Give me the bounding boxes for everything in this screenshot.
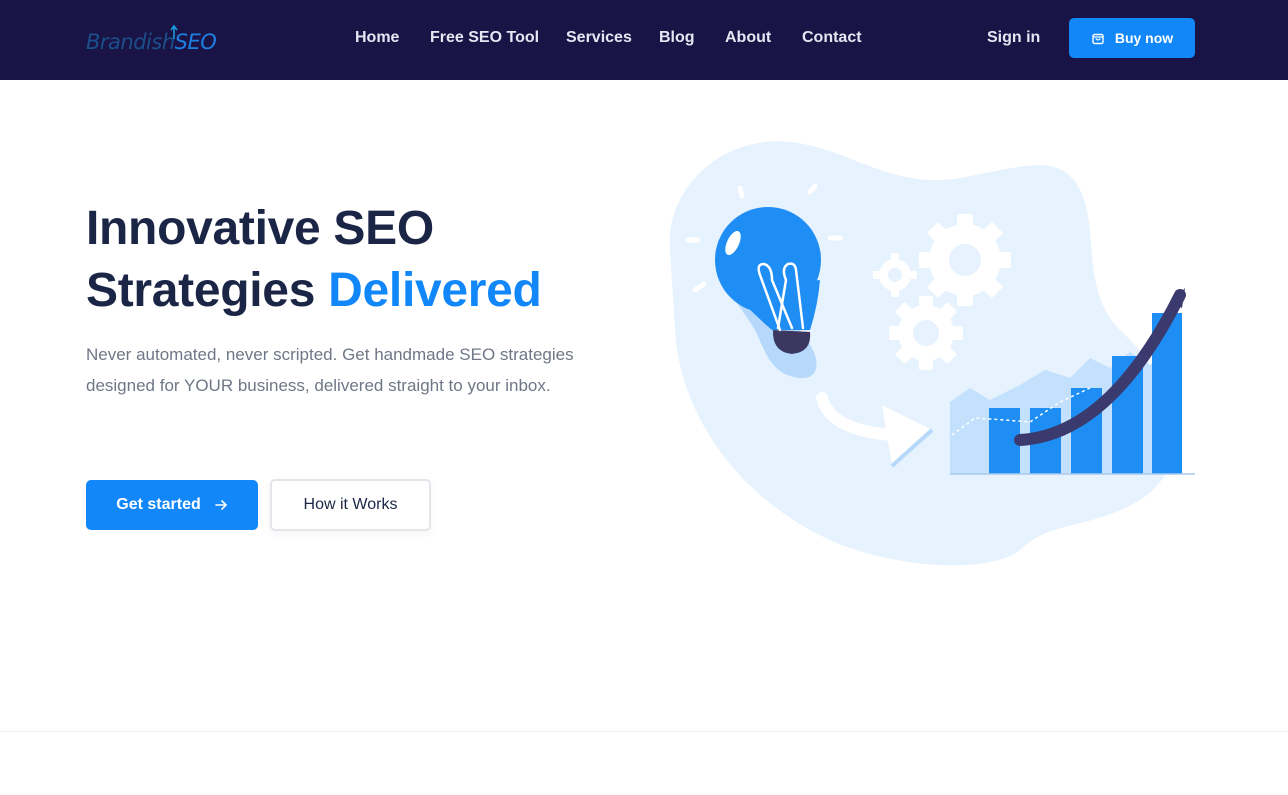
nav-blog[interactable]: Blog xyxy=(659,26,695,50)
hero-title-accent: Delivered xyxy=(328,264,542,317)
top-navbar: BrandishSEO Home Free SEO Tool Services … xyxy=(0,0,1288,80)
hero-title: Innovative SEO Strategies Delivered xyxy=(86,198,646,322)
nav-about[interactable]: About xyxy=(725,26,771,50)
shopping-bag-icon xyxy=(1092,33,1104,45)
logo-arrow-icon xyxy=(170,24,178,39)
hero-title-line1: Innovative SEO xyxy=(86,202,434,255)
how-it-works-label: How it Works xyxy=(303,496,398,513)
logo-text-seo: SEO xyxy=(174,30,217,54)
buy-now-button[interactable]: Buy now xyxy=(1069,18,1195,58)
logo-text-brandish: Brandish xyxy=(86,30,175,54)
seo-growth-illustration xyxy=(669,141,1195,566)
sign-in-link[interactable]: Sign in xyxy=(987,26,1040,50)
get-started-label: Get started xyxy=(116,496,201,513)
nav-services[interactable]: Services xyxy=(566,26,632,50)
hero-description: Never automated, never scripted. Get han… xyxy=(86,345,574,395)
how-it-works-button[interactable]: How it Works xyxy=(270,479,431,531)
nav-contact[interactable]: Contact xyxy=(802,26,862,50)
nav-free-seo-tool[interactable]: Free SEO Tool xyxy=(430,26,539,50)
section-divider xyxy=(0,731,1288,732)
get-started-button[interactable]: Get started xyxy=(86,480,258,530)
hero-title-line2: Strategies xyxy=(86,264,316,317)
arrow-right-icon xyxy=(214,500,227,510)
buy-now-label: Buy now xyxy=(1114,30,1174,46)
brand-logo[interactable]: BrandishSEO xyxy=(86,24,217,60)
nav-home[interactable]: Home xyxy=(355,26,399,50)
